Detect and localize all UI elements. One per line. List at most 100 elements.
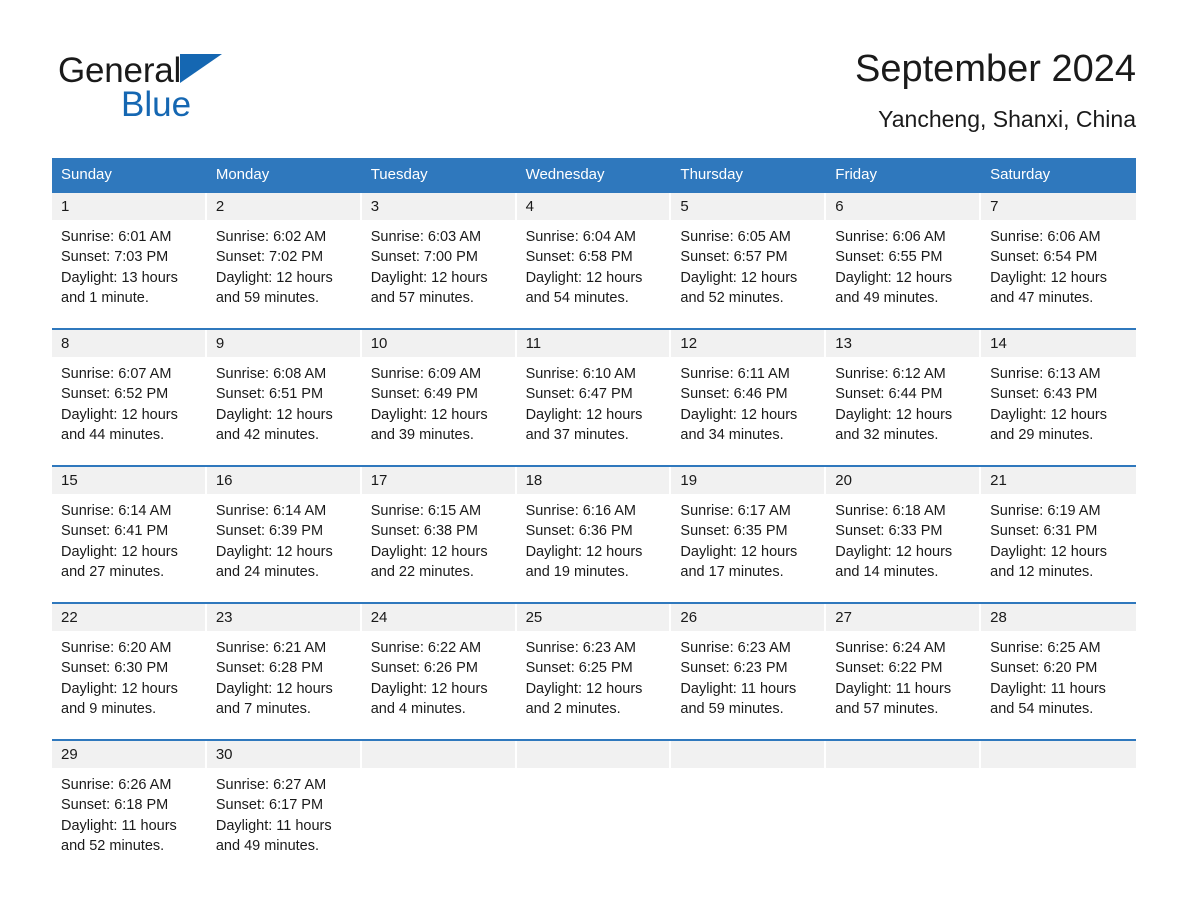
day-number[interactable]: 15: [52, 467, 207, 494]
day-cell[interactable]: Sunrise: 6:27 AM Sunset: 6:17 PM Dayligh…: [207, 768, 362, 876]
sunrise-text: Sunrise: 6:18 AM: [835, 503, 946, 519]
day-number[interactable]: 16: [206, 467, 362, 494]
day-cell[interactable]: Sunrise: 6:07 AM Sunset: 6:52 PM Dayligh…: [52, 357, 207, 465]
day-cell[interactable]: Sunrise: 6:13 AM Sunset: 6:43 PM Dayligh…: [981, 357, 1136, 465]
day-cell[interactable]: Sunrise: 6:26 AM Sunset: 6:18 PM Dayligh…: [52, 768, 207, 876]
daylight-text-line2: and 27 minutes.: [61, 563, 165, 580]
logo-text-general: General: [58, 51, 182, 90]
day-cell[interactable]: Sunrise: 6:04 AM Sunset: 6:58 PM Dayligh…: [517, 220, 672, 328]
week-detail-band: Sunrise: 6:07 AM Sunset: 6:52 PM Dayligh…: [52, 357, 1136, 465]
day-number[interactable]: 27: [826, 604, 982, 631]
daylight-text-line1: Daylight: 12 hours: [61, 543, 178, 560]
day-cell[interactable]: Sunrise: 6:08 AM Sunset: 6:51 PM Dayligh…: [207, 357, 362, 465]
calendar-week-row: 22 23 24 25 26 27 28 Sunrise: 6:20 AM Su…: [52, 602, 1136, 739]
day-cell[interactable]: Sunrise: 6:23 AM Sunset: 6:23 PM Dayligh…: [671, 631, 826, 739]
day-number[interactable]: 14: [981, 330, 1136, 357]
week-day-number-band: 29 30: [52, 741, 1136, 768]
day-cell[interactable]: Sunrise: 6:10 AM Sunset: 6:47 PM Dayligh…: [517, 357, 672, 465]
weekday-header-row: Sunday Monday Tuesday Wednesday Thursday…: [52, 158, 1136, 191]
day-number[interactable]: 1: [52, 193, 207, 220]
week-day-number-band: 22 23 24 25 26 27 28: [52, 604, 1136, 631]
day-cell[interactable]: Sunrise: 6:03 AM Sunset: 7:00 PM Dayligh…: [362, 220, 517, 328]
sunrise-text: Sunrise: 6:03 AM: [370, 229, 482, 245]
day-cell[interactable]: Sunrise: 6:17 AM Sunset: 6:35 PM Dayligh…: [671, 494, 826, 602]
page-header: General Blue September 2024 Yancheng, Sh…: [0, 0, 1188, 132]
day-cell[interactable]: Sunrise: 6:18 AM Sunset: 6:33 PM Dayligh…: [826, 494, 981, 602]
day-number[interactable]: 20: [826, 467, 982, 494]
day-number[interactable]: 29: [52, 741, 207, 768]
week-detail-band: Sunrise: 6:14 AM Sunset: 6:41 PM Dayligh…: [52, 494, 1136, 602]
sunset-text: Sunset: 6:55 PM: [835, 249, 943, 266]
daylight-text-line1: Daylight: 12 hours: [215, 269, 333, 286]
day-cell[interactable]: Sunrise: 6:02 AM Sunset: 7:02 PM Dayligh…: [207, 220, 362, 328]
day-number[interactable]: 25: [516, 604, 672, 631]
daylight-text-line2: and 39 minutes.: [370, 426, 474, 443]
day-cell[interactable]: Sunrise: 6:15 AM Sunset: 6:38 PM Dayligh…: [362, 494, 517, 602]
day-number[interactable]: 4: [516, 193, 672, 220]
sunset-text: Sunset: 6:38 PM: [370, 523, 478, 540]
daylight-text-line1: Daylight: 12 hours: [525, 680, 643, 697]
day-number[interactable]: 6: [826, 193, 982, 220]
day-number[interactable]: 24: [361, 604, 517, 631]
day-number[interactable]: 3: [361, 193, 517, 220]
day-cell[interactable]: Sunrise: 6:14 AM Sunset: 6:39 PM Dayligh…: [207, 494, 362, 602]
sunset-text: Sunset: 6:23 PM: [680, 660, 788, 677]
week-detail-band: Sunrise: 6:26 AM Sunset: 6:18 PM Dayligh…: [52, 768, 1136, 876]
daylight-text-line2: and 24 minutes.: [215, 563, 320, 580]
day-number[interactable]: 8: [52, 330, 207, 357]
sunset-text: Sunset: 6:46 PM: [680, 386, 788, 403]
day-number[interactable]: 12: [671, 330, 827, 357]
day-number[interactable]: 2: [206, 193, 362, 220]
daylight-text-line2: and 52 minutes.: [680, 289, 784, 306]
day-number[interactable]: 10: [361, 330, 517, 357]
daylight-text-line2: and 47 minutes.: [990, 289, 1094, 306]
day-cell[interactable]: Sunrise: 6:12 AM Sunset: 6:44 PM Dayligh…: [826, 357, 981, 465]
logo-triangle-icon: [180, 54, 223, 83]
day-cell[interactable]: Sunrise: 6:22 AM Sunset: 6:26 PM Dayligh…: [362, 631, 517, 739]
day-cell[interactable]: Sunrise: 6:06 AM Sunset: 6:55 PM Dayligh…: [826, 220, 981, 328]
day-number[interactable]: 11: [516, 330, 672, 357]
day-number[interactable]: 28: [981, 604, 1136, 631]
daylight-text-line1: Daylight: 12 hours: [680, 406, 798, 423]
day-number[interactable]: 7: [981, 193, 1136, 220]
day-cell[interactable]: Sunrise: 6:01 AM Sunset: 7:03 PM Dayligh…: [52, 220, 207, 328]
day-number[interactable]: 17: [361, 467, 517, 494]
day-cell[interactable]: Sunrise: 6:16 AM Sunset: 6:36 PM Dayligh…: [517, 494, 672, 602]
day-number[interactable]: 18: [516, 467, 672, 494]
day-cell[interactable]: Sunrise: 6:06 AM Sunset: 6:54 PM Dayligh…: [981, 220, 1136, 328]
day-cell[interactable]: Sunrise: 6:21 AM Sunset: 6:28 PM Dayligh…: [207, 631, 362, 739]
week-day-number-band: 15 16 17 18 19 20 21: [52, 467, 1136, 494]
sunrise-text: Sunrise: 6:14 AM: [215, 503, 327, 519]
day-cell[interactable]: Sunrise: 6:14 AM Sunset: 6:41 PM Dayligh…: [52, 494, 207, 602]
sunrise-text: Sunrise: 6:04 AM: [525, 229, 636, 245]
daylight-text-line1: Daylight: 12 hours: [215, 680, 333, 697]
day-cell[interactable]: Sunrise: 6:24 AM Sunset: 6:22 PM Dayligh…: [826, 631, 981, 739]
day-number[interactable]: 26: [671, 604, 827, 631]
day-number[interactable]: 23: [206, 604, 362, 631]
sunset-text: Sunset: 6:31 PM: [990, 523, 1098, 540]
day-cell[interactable]: Sunrise: 6:20 AM Sunset: 6:30 PM Dayligh…: [52, 631, 207, 739]
day-number[interactable]: 5: [671, 193, 827, 220]
day-cell[interactable]: Sunrise: 6:09 AM Sunset: 6:49 PM Dayligh…: [362, 357, 517, 465]
daylight-text-line2: and 1 minute.: [61, 289, 149, 306]
day-cell[interactable]: Sunrise: 6:05 AM Sunset: 6:57 PM Dayligh…: [671, 220, 826, 328]
daylight-text-line2: and 4 minutes.: [370, 700, 466, 717]
day-number[interactable]: 21: [981, 467, 1136, 494]
daylight-text-line1: Daylight: 11 hours: [61, 817, 177, 834]
sunrise-text: Sunrise: 6:20 AM: [61, 640, 172, 656]
general-blue-logo[interactable]: General Blue: [58, 52, 318, 122]
sunrise-text: Sunrise: 6:05 AM: [680, 229, 791, 245]
day-number[interactable]: 13: [826, 330, 982, 357]
day-number[interactable]: 19: [671, 467, 827, 494]
daylight-text-line2: and 59 minutes.: [680, 700, 784, 717]
day-cell[interactable]: Sunrise: 6:25 AM Sunset: 6:20 PM Dayligh…: [981, 631, 1136, 739]
day-cell[interactable]: Sunrise: 6:19 AM Sunset: 6:31 PM Dayligh…: [981, 494, 1136, 602]
day-number[interactable]: 30: [206, 741, 362, 768]
weekday-header-monday: Monday: [215, 166, 270, 183]
sunset-text: Sunset: 6:41 PM: [61, 523, 169, 540]
day-number[interactable]: 22: [52, 604, 207, 631]
day-cell[interactable]: Sunrise: 6:11 AM Sunset: 6:46 PM Dayligh…: [671, 357, 826, 465]
weekday-header-sunday: Sunday: [61, 166, 112, 183]
day-number[interactable]: 9: [206, 330, 362, 357]
day-cell[interactable]: Sunrise: 6:23 AM Sunset: 6:25 PM Dayligh…: [517, 631, 672, 739]
